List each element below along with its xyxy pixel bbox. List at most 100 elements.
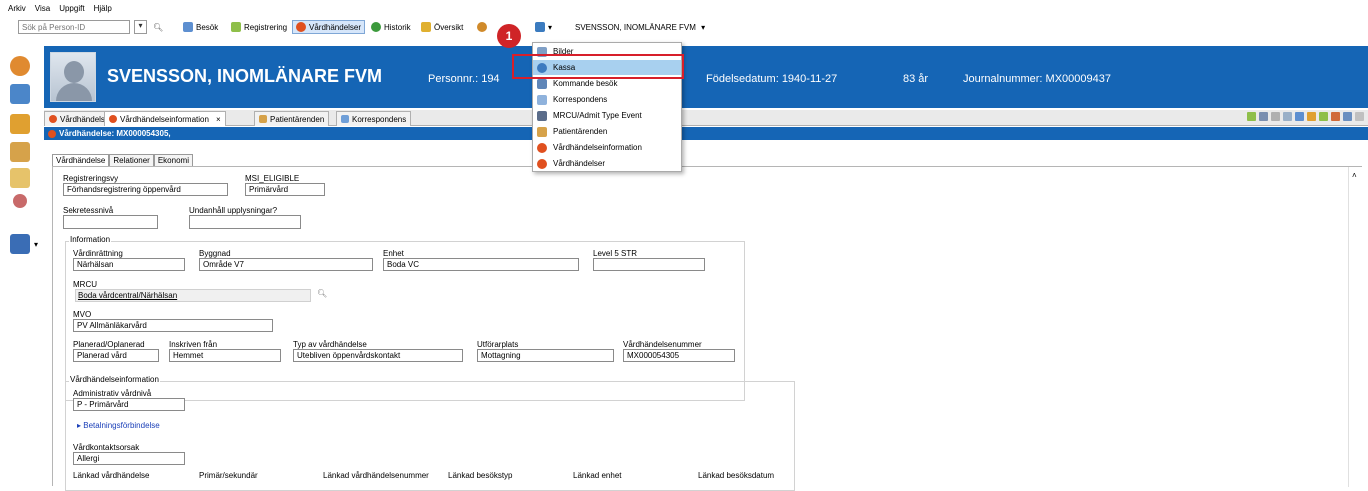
search-dropdown-button[interactable]: ▾ (134, 20, 147, 34)
registreringsvy-field[interactable]: Förhandsregistrering öppenvård (63, 183, 228, 196)
vardhandelser-button[interactable]: Vårdhändelser (292, 20, 366, 34)
menu-item-patientarenden[interactable]: Patientärenden (533, 124, 681, 139)
patient-selector-dropdown[interactable]: SVENSSON, INOMLÄNARE FVM ▾ (572, 20, 708, 34)
oversikt-button[interactable]: Översikt (418, 20, 466, 34)
mvo-field[interactable]: PV Allmänläkarvård (73, 319, 273, 332)
vardhandelsenummer-field[interactable]: MX000054305 (623, 349, 735, 362)
lankad-besokstyp-label: Länkad besökstyp (448, 471, 513, 480)
more-menu-button[interactable]: ▾ (532, 20, 555, 34)
tab-korrespondens[interactable]: Korrespondens (336, 111, 412, 126)
sekretessniva-field[interactable] (63, 215, 158, 229)
menu-item-korrespondens[interactable]: Korrespondens (533, 92, 681, 107)
vardinrattning-field[interactable]: Närhälsan (73, 258, 185, 271)
close-icon[interactable]: × (216, 115, 221, 124)
subtab-ekonomi[interactable]: Ekonomi (153, 154, 193, 166)
building-icon[interactable] (10, 234, 30, 254)
magnifier-icon: 🔍︎ (153, 22, 164, 32)
typ-field[interactable]: Utebliven öppenvårdskontakt (293, 349, 463, 362)
besok-label: Besök (196, 22, 219, 32)
scrollbar[interactable]: ˄ (1348, 167, 1362, 487)
menu-item-label: Patientärenden (553, 127, 608, 136)
vardkontaktsorsak-label: Vårdkontaktsorsak (73, 443, 140, 452)
menu-hjalp[interactable]: Hjälp (94, 4, 112, 13)
envelope-icon (537, 94, 547, 105)
chevron-down-icon: ▾ (698, 22, 706, 32)
envelope-icon[interactable] (10, 168, 30, 188)
print-icon[interactable] (1295, 112, 1304, 121)
person-icon[interactable] (10, 56, 30, 76)
mvo-label: MVO (73, 310, 92, 319)
tab-patientarenden[interactable]: Patientärenden (254, 111, 330, 126)
undanhall-field[interactable] (189, 215, 301, 229)
mrcu-icon (537, 110, 547, 121)
settings-icon[interactable] (1343, 112, 1352, 121)
tab-vardhandelseinformation[interactable]: Vårdhändelseinformation × (104, 111, 226, 126)
menu-item-mrcu[interactable]: MRCU/Admit Type Event (533, 108, 681, 123)
save-icon[interactable] (1259, 112, 1268, 121)
msi-eligible-field[interactable]: Primärvård (245, 183, 325, 196)
avatar (50, 52, 96, 102)
enhet-field[interactable]: Boda VC (383, 258, 579, 271)
historik-button[interactable]: Historik (368, 20, 414, 34)
subtab-vardhandelse[interactable]: Vårdhändelse (52, 154, 110, 166)
enhet-label: Enhet (383, 249, 404, 258)
lankad-vardhandelsenummer-label: Länkad vårdhändelsenummer (323, 471, 429, 480)
menu-item-vardhandelser[interactable]: Vårdhändelser (533, 156, 681, 171)
overview-icon (421, 22, 431, 32)
personnr: Personnr.: 194 (428, 73, 500, 85)
right-toolbar (1247, 112, 1364, 121)
besok-button[interactable]: Besök (180, 20, 221, 34)
note-icon[interactable] (1319, 112, 1328, 121)
lankad-vardhandelse-label: Länkad vårdhändelse (73, 471, 150, 480)
administrativ-vardniva-field[interactable]: P - Primärvård (73, 398, 185, 411)
registrering-label: Registrering (244, 22, 288, 32)
search-button[interactable]: 🔍︎ (150, 20, 166, 34)
chevron-up-icon[interactable]: ˄ (1352, 171, 1357, 180)
menu-visa[interactable]: Visa (35, 4, 50, 13)
calendar-icon[interactable] (10, 84, 30, 104)
age: 83 år (903, 73, 929, 85)
report-icon[interactable] (1331, 112, 1340, 121)
betalningsforbindelse-link[interactable]: ▸ Betalningsförbindelse (77, 421, 160, 430)
patient-header: SVENSSON, INOMLÄNARE FVM Personnr.: 194 … (44, 46, 1368, 108)
document-icon[interactable] (10, 142, 30, 162)
pills-icon[interactable] (13, 194, 27, 208)
subtab-relationer[interactable]: Relationer (109, 154, 154, 166)
utforarplats-field[interactable]: Mottagning (477, 349, 614, 362)
edit-icon[interactable] (1247, 112, 1256, 121)
link-icon (535, 22, 545, 32)
person-tool-button[interactable] (474, 20, 490, 34)
menu-uppgift[interactable]: Uppgift (59, 4, 84, 13)
lankad-enhet-label: Länkad enhet (573, 471, 622, 480)
magnifier-icon[interactable]: 🔍︎ (317, 289, 327, 298)
folder-icon (259, 115, 267, 123)
tab-bar: Vårdhändelser Vårdhändelseinformation × P… (44, 110, 1368, 126)
clipboard-icon[interactable] (10, 114, 30, 134)
form-panel: ˄ Registreringsvy Förhandsregistrering ö… (52, 166, 1362, 491)
inskriven-field[interactable]: Hemmet (169, 349, 281, 362)
sekretessniva-label: Sekretessnivå (63, 206, 114, 215)
refresh-icon[interactable] (1283, 112, 1292, 121)
export-icon[interactable] (1307, 112, 1316, 121)
registreringsvy-label: Registreringsvy (63, 174, 119, 183)
registrering-button[interactable]: Registrering (228, 20, 290, 34)
mrcu-field[interactable]: Boda vårdcentral/Närhälsan (75, 289, 311, 302)
clock-red-icon (296, 22, 306, 32)
level5-field[interactable] (593, 258, 705, 271)
primar-sekundar-label: Primär/sekundär (199, 471, 258, 480)
delete-icon[interactable] (1271, 112, 1280, 121)
planerad-label: Planerad/Oplanerad (73, 340, 145, 349)
msi-eligible-label: MSI_ELIGIBLE (245, 174, 300, 183)
chevron-down-icon[interactable]: ▾ (34, 240, 38, 249)
journal-number: Journalnummer: MX00009437 (963, 73, 1111, 85)
menu-item-vardhandelseinformation[interactable]: Vårdhändelseinformation (533, 140, 681, 155)
typ-label: Typ av vårdhändelse (293, 340, 367, 349)
byggnad-field[interactable]: Område V7 (199, 258, 373, 271)
more-icon[interactable] (1355, 112, 1364, 121)
person-id-search-input[interactable] (18, 20, 130, 34)
planerad-field[interactable]: Planerad vård (73, 349, 159, 362)
vardkontaktsorsak-field[interactable]: Allergi (73, 452, 185, 465)
menu-arkiv[interactable]: Arkiv (8, 4, 26, 13)
calendar-icon (183, 22, 193, 32)
title-bar-text: Vårdhändelse: MX000054305, (59, 129, 171, 138)
